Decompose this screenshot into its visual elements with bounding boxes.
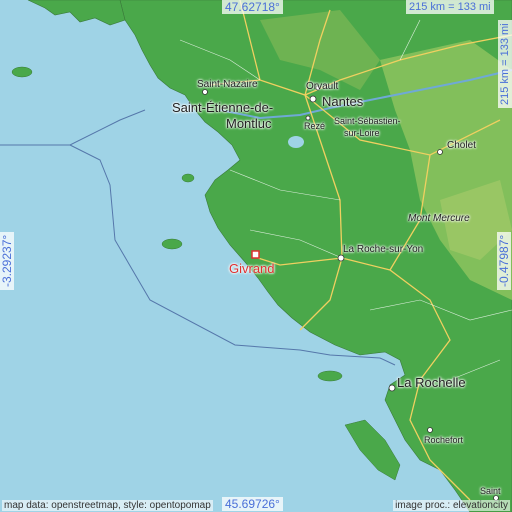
city-dot-reze bbox=[305, 115, 311, 121]
label-saintes: Saint bbox=[480, 486, 501, 496]
label-saint-etienne: Saint-Étienne-de- bbox=[172, 100, 274, 115]
label-reze: Rezé bbox=[304, 121, 326, 131]
credit-map-data: map data: openstreetmap, style: opentopo… bbox=[2, 500, 213, 511]
label-rochefort: Rochefort bbox=[424, 435, 464, 445]
city-dot-rochefort bbox=[427, 427, 433, 433]
island-noirmoutier bbox=[181, 173, 195, 183]
label-nantes: Nantes bbox=[322, 94, 364, 109]
lake bbox=[288, 136, 304, 148]
city-dot-la-rochelle bbox=[388, 384, 396, 392]
coord-right-lon: -0.47987° bbox=[497, 231, 511, 290]
coord-bottom-lat: 45.69726° bbox=[222, 497, 283, 511]
label-saint-nazaire: Saint-Nazaire bbox=[197, 79, 258, 90]
coord-left-lon: -3.29237° bbox=[0, 231, 14, 290]
scale-vertical: 215 km = 133 mi bbox=[498, 20, 512, 108]
label-givrand[interactable]: Givrand bbox=[229, 262, 275, 275]
location-marker[interactable] bbox=[251, 250, 260, 259]
label-montluc: Montluc bbox=[226, 116, 272, 131]
label-saint-sebastien: Saint-Sébastien- bbox=[334, 116, 401, 126]
island-yeu bbox=[161, 238, 183, 250]
label-la-rochelle: La Rochelle bbox=[397, 375, 466, 390]
label-mont-mercure: Mont Mercure bbox=[408, 213, 470, 224]
city-dot-saint-nazaire bbox=[202, 89, 208, 95]
credit-image-proc: image proc.: elevationcity bbox=[393, 500, 510, 511]
label-la-roche-sur-yon: La Roche-sur-Yon bbox=[343, 244, 424, 255]
scale-horizontal: 215 km = 133 mi bbox=[406, 0, 494, 14]
map-view[interactable]: Saint-Nazaire Orvault Nantes Saint-Étien… bbox=[0, 0, 512, 512]
coord-top-lat: 47.62718° bbox=[222, 0, 283, 14]
city-dot-la-roche-sur-yon bbox=[337, 254, 345, 262]
label-cholet: Cholet bbox=[447, 140, 476, 151]
island-west bbox=[11, 66, 33, 78]
island-re bbox=[317, 370, 343, 382]
label-orvault: Orvault bbox=[306, 81, 339, 92]
city-dot-nantes bbox=[309, 95, 317, 103]
city-dot-cholet bbox=[437, 149, 443, 155]
label-sur-loire: sur-Loire bbox=[344, 128, 380, 138]
